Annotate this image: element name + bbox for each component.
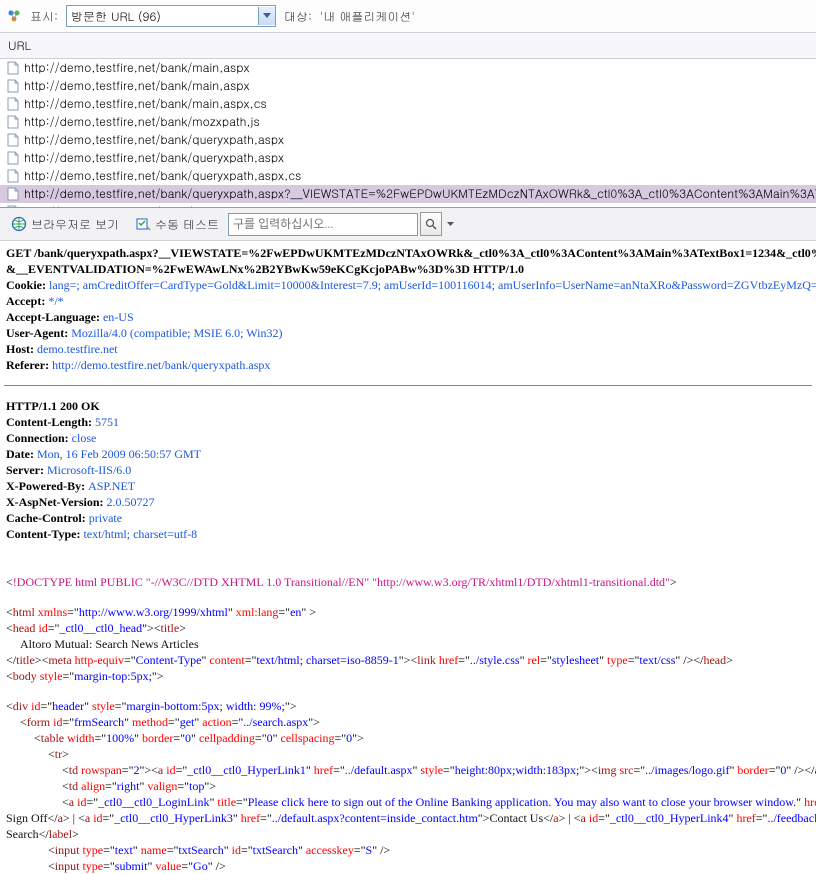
req-hdr-accept: Accept: */* (6, 293, 810, 309)
req-hdr-user-agent: User-Agent: Mozilla/4.0 (compatible; MSI… (6, 325, 810, 341)
url-row[interactable]: http://demo,testfire,net/bank/queryxpath… (0, 167, 816, 185)
url-link[interactable]: http://demo,testfire,net/bank/main,aspx,… (24, 96, 267, 112)
chevron-down-icon[interactable] (442, 216, 458, 232)
target-value: '내 애플리케이션' (320, 8, 415, 25)
request-panel: GET /bank/queryxpath.aspx?__VIEWSTATE=%2… (0, 241, 816, 377)
url-link[interactable]: http://demo,testfire,net/bank/queryxpath… (24, 150, 284, 166)
view-dropdown[interactable]: 방문한 URL (96) (66, 5, 276, 27)
url-row[interactable]: http://demo,testfire,net/bank/mozxpath,j… (0, 113, 816, 131)
res-hdr-content-length: Content-Length: 5751 (6, 414, 810, 430)
req-hdr-host: Host: demo.testfire.net (6, 341, 810, 357)
search-button[interactable] (420, 212, 442, 236)
manual-test-button[interactable]: 수동 테스트 (128, 213, 226, 236)
req-hdr-accept-lang: Accept-Language: en-US (6, 309, 810, 325)
browser-view-button[interactable]: 브라우저로 보기 (4, 213, 126, 236)
view-dropdown-value: 방문한 URL (96) (71, 8, 161, 25)
manual-test-label: 수동 테스트 (155, 216, 219, 233)
url-link[interactable]: http://demo,testfire,net/bank/queryxpath… (24, 168, 301, 184)
response-body: <!DOCTYPE html PUBLIC "-//W3C//DTD XHTML… (0, 574, 816, 874)
url-list[interactable]: http://demo,testfire,net/bank/main,aspx h… (0, 59, 816, 208)
res-hdr-cachecontrol: Cache-Control: private (6, 510, 810, 526)
req-hdr-cookie: Cookie: lang=; amCreditOffer=CardType=Go… (6, 277, 810, 293)
url-row[interactable]: http://demo,testfire,net/bank/main,aspx (0, 59, 816, 77)
target-label: 대상: (284, 8, 312, 25)
res-hdr-xpoweredby: X-Powered-By: ASP.NET (6, 478, 810, 494)
url-row[interactable]: http://demo,testfire,net/bank/queryxpath… (0, 149, 816, 167)
res-hdr-connection: Connection: close (6, 430, 810, 446)
response-panel: HTTP/1.1 200 OK Content-Length: 5751 Con… (0, 394, 816, 546)
res-hdr-server: Server: Microsoft-IIS/6.0 (6, 462, 810, 478)
header-toolbar: 표시: 방문한 URL (96) 대상: '내 애플리케이션' (0, 0, 816, 33)
res-hdr-date: Date: Mon, 16 Feb 2009 06:50:57 GMT (6, 446, 810, 462)
url-link[interactable]: http://demo,testfire,net/bank/queryxpath… (24, 186, 816, 202)
url-row[interactable]: http://demo,testfire,net/bank/queryxpath… (0, 131, 816, 149)
url-link[interactable]: http://demo,testfire,net/bank/main,aspx (24, 78, 250, 94)
url-link[interactable]: http://demo,testfire,net/bank/mozxpath,j… (24, 114, 260, 130)
response-status: HTTP/1.1 200 OK (6, 398, 810, 414)
url-link[interactable]: http://demo,testfire,net/bank/queryxpath… (24, 132, 284, 148)
url-row[interactable]: http://demo,testfire,net/bank/main,aspx,… (0, 95, 816, 113)
url-link[interactable]: http://demo,testfire,net/bank/main,aspx (24, 60, 250, 76)
action-toolbar: 브라우저로 보기 수동 테스트 (0, 208, 816, 241)
url-row[interactable]: http://demo,testfire,net/bank/main,aspx (0, 77, 816, 95)
chevron-down-icon (258, 7, 275, 25)
app-icon (6, 8, 22, 24)
manual-test-icon (135, 216, 151, 232)
request-first-line: GET /bank/queryxpath.aspx?__VIEWSTATE=%2… (6, 245, 810, 261)
res-hdr-contenttype: Content-Type: text/html; charset=utf-8 (6, 526, 810, 542)
globe-icon (11, 216, 27, 232)
divider (4, 385, 812, 386)
res-hdr-xaspnet: X-AspNet-Version: 2.0.50727 (6, 494, 810, 510)
request-first-line-2: &__EVENTVALIDATION=%2FwEWAwLNx%2B2YBwKw5… (6, 261, 810, 277)
req-hdr-referer: Referer: http://demo.testfire.net/bank/q… (6, 357, 810, 373)
url-row[interactable]: http://demo,testfire,net/bank/queryxpath… (0, 185, 816, 203)
url-column-header[interactable]: URL (0, 33, 816, 59)
search-icon (425, 218, 437, 230)
search-input[interactable] (228, 213, 418, 236)
browser-view-label: 브라우저로 보기 (31, 216, 119, 233)
display-label: 표시: (30, 8, 58, 25)
